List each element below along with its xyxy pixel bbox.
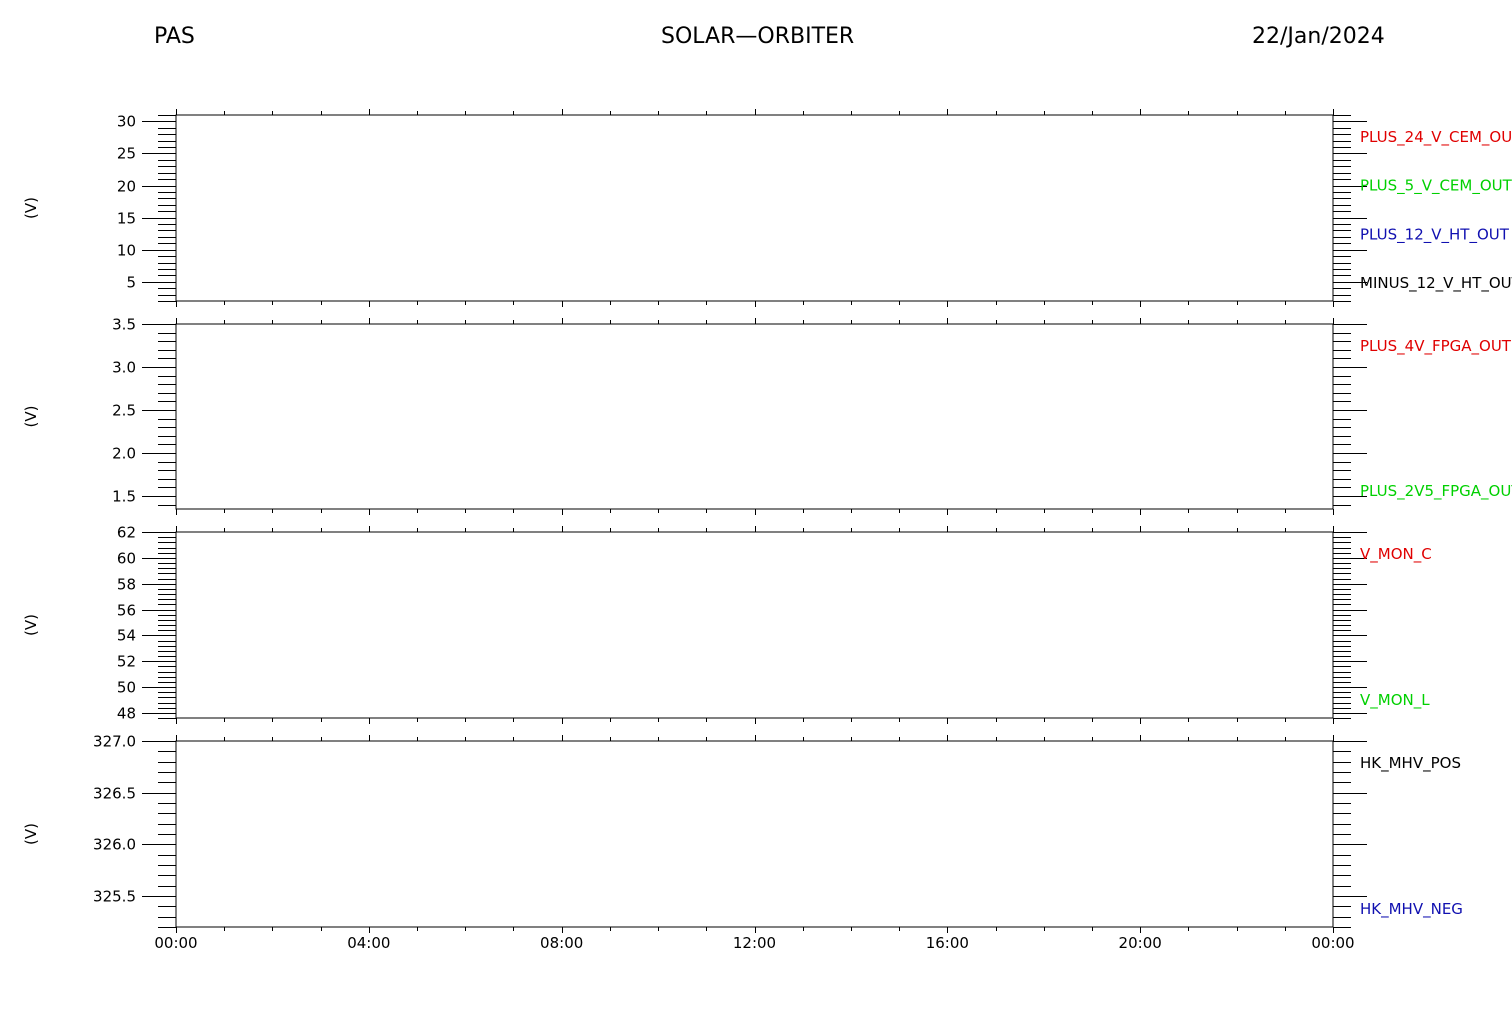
y-tick-label: 1.5 bbox=[112, 488, 136, 506]
y-tick-label: 327.0 bbox=[93, 733, 136, 751]
y-tick-label: 20 bbox=[117, 178, 136, 196]
y-tick-label: 2.0 bbox=[112, 445, 136, 463]
x-tick-label: 00:00 bbox=[154, 934, 197, 952]
y-tick-label: 325.5 bbox=[93, 888, 136, 906]
y-tick-label: 52 bbox=[117, 653, 136, 671]
x-tick-label: 16:00 bbox=[926, 934, 969, 952]
y-tick-label: 25 bbox=[117, 145, 136, 163]
plot-frame-3 bbox=[175, 531, 1334, 719]
y-axis-label: (V) bbox=[22, 614, 40, 636]
legend-label-plus-2v5-fpga-out: PLUS_2V5_FPGA_OUT bbox=[1360, 482, 1512, 501]
x-tick-label: 00:00 bbox=[1311, 934, 1354, 952]
x-tick-label: 20:00 bbox=[1119, 934, 1162, 952]
legend-label-minus-12-v-ht-out: MINUS_12_V_HT_OUT bbox=[1360, 274, 1512, 293]
y-tick-label: 10 bbox=[117, 242, 136, 260]
legend-label-hk-mhv-neg: HK_MHV_NEG bbox=[1360, 900, 1463, 919]
y-axis-label: (V) bbox=[22, 406, 40, 428]
x-tick-label: 12:00 bbox=[733, 934, 776, 952]
y-tick-label: 15 bbox=[117, 210, 136, 228]
y-tick-label: 54 bbox=[117, 627, 136, 645]
legend-label-v-mon-l: V_MON_L bbox=[1360, 691, 1430, 710]
y-tick-label: 62 bbox=[117, 524, 136, 542]
x-tick-label: 08:00 bbox=[540, 934, 583, 952]
y-tick-label: 50 bbox=[117, 679, 136, 697]
legend-label-plus-24-v-cem-out: PLUS_24_V_CEM_OUT bbox=[1360, 128, 1512, 147]
y-tick-label: 30 bbox=[117, 113, 136, 131]
x-tick-label: 04:00 bbox=[347, 934, 390, 952]
y-tick-label: 3.0 bbox=[112, 359, 136, 377]
plot-frame-4 bbox=[175, 740, 1334, 928]
legend-label-v-mon-c: V_MON_C bbox=[1360, 545, 1432, 564]
y-tick-label: 326.5 bbox=[93, 785, 136, 803]
legend-label-plus-4v-fpga-out: PLUS_4V_FPGA_OUT bbox=[1360, 337, 1512, 356]
y-tick-label: 5 bbox=[126, 274, 136, 292]
legend-label-plus-12-v-ht-out: PLUS_12_V_HT_OUT bbox=[1360, 225, 1510, 244]
y-tick-label: 60 bbox=[117, 550, 136, 568]
y-tick-label: 326.0 bbox=[93, 836, 136, 854]
y-tick-label: 3.5 bbox=[112, 316, 136, 334]
plot-frame-1 bbox=[175, 114, 1334, 302]
y-tick-label: 2.5 bbox=[112, 402, 136, 420]
y-tick-label: 48 bbox=[117, 705, 136, 723]
y-axis-label: (V) bbox=[22, 823, 40, 845]
y-tick-label: 58 bbox=[117, 576, 136, 594]
legend-label-plus-5-v-cem-out: PLUS_5_V_CEM_OUT bbox=[1360, 177, 1512, 196]
y-tick-label: 56 bbox=[117, 602, 136, 620]
y-axis-label: (V) bbox=[22, 197, 40, 219]
housekeeping-figure: 5 10 15 20 25 30 (V) PLUS_24_V_CEM_OUT PLUS_5_V_… bbox=[22, 109, 1512, 952]
legend-label-hk-mhv-pos: HK_MHV_POS bbox=[1360, 754, 1461, 773]
plot-frame-2 bbox=[175, 323, 1334, 510]
